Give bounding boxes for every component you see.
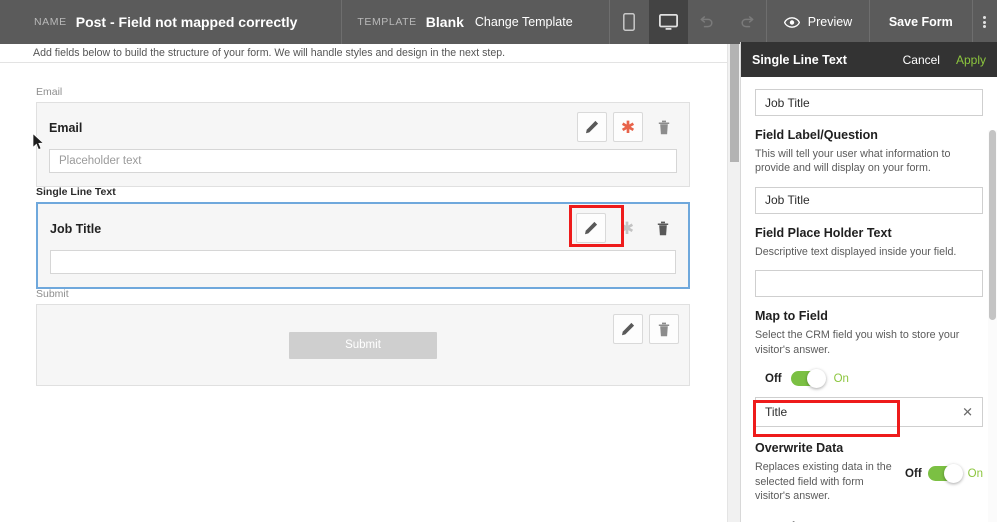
- pencil-icon: [622, 322, 635, 336]
- field-container-email[interactable]: Email ✱ Placeholder text: [36, 102, 690, 187]
- pencil-icon: [585, 221, 598, 235]
- map-to-field-toggle-row: Off On: [765, 369, 983, 389]
- pencil-icon: [586, 120, 599, 134]
- canvas-scrollbar-track[interactable]: [727, 44, 740, 522]
- form-block-email[interactable]: Email Email ✱ Placeholder text: [36, 86, 690, 187]
- field-label-description: This will tell your user what informatio…: [755, 148, 951, 175]
- close-x-icon[interactable]: ✕: [962, 406, 973, 419]
- canvas-scrollbar-thumb[interactable]: [730, 44, 739, 162]
- map-to-field-select[interactable]: Title ✕: [755, 397, 983, 428]
- change-template-link[interactable]: Change Template: [475, 15, 573, 29]
- map-toggle-off-label: Off: [765, 372, 782, 385]
- edit-field-button-submit[interactable]: [613, 314, 643, 344]
- form-builder-app: NAME Post - Field not mapped correctly T…: [0, 0, 997, 522]
- required-toggle-button-email[interactable]: ✱: [613, 112, 643, 142]
- field-container-single-line-text[interactable]: Job Title ✱: [36, 202, 690, 289]
- overwrite-toggle-off-label: Off: [905, 467, 922, 480]
- field-placeholder-description: Descriptive text displayed inside your f…: [755, 245, 957, 258]
- vertical-ellipsis-icon: [983, 15, 987, 29]
- field-container-submit[interactable]: Submit: [36, 304, 690, 386]
- field-label-input[interactable]: Job Title: [755, 186, 983, 214]
- form-name-zone[interactable]: NAME Post - Field not mapped correctly: [0, 0, 343, 44]
- form-block-submit[interactable]: Submit Submit: [36, 288, 690, 386]
- panel-scrollbar-thumb[interactable]: [989, 130, 996, 320]
- trash-icon: [658, 120, 670, 134]
- top-toolbar: NAME Post - Field not mapped correctly T…: [0, 0, 997, 44]
- field-placeholder-preview-single-line-text[interactable]: [50, 250, 676, 274]
- map-to-field-toggle[interactable]: [790, 369, 826, 389]
- field-label-heading: Field Label/Question: [755, 128, 878, 142]
- more-options-button[interactable]: [973, 0, 997, 44]
- cancel-button[interactable]: Cancel: [903, 53, 940, 67]
- field-placeholder-preview-email[interactable]: Placeholder text: [49, 149, 677, 173]
- asterisk-icon: ✱: [620, 117, 636, 137]
- trash-icon: [658, 322, 670, 336]
- form-block-single-line-text[interactable]: Single Line Text Job Title ✱: [36, 186, 690, 289]
- undo-button[interactable]: [688, 15, 724, 29]
- edit-field-button-email[interactable]: [577, 112, 607, 142]
- delete-field-button-email[interactable]: [649, 112, 679, 142]
- overwrite-data-heading: Overwrite Data: [755, 441, 844, 456]
- map-to-field-selected-value: Title: [765, 405, 788, 420]
- redo-arrow-icon: [741, 15, 754, 27]
- instruction-text: Add fields below to build the structure …: [33, 47, 506, 59]
- panel-header: Single Line Text Cancel Apply: [741, 42, 997, 77]
- overwrite-toggle-on-label: On: [967, 467, 983, 480]
- field-placeholder-heading: Field Place Holder Text: [755, 225, 892, 240]
- field-toolbar-email: ✱: [577, 112, 679, 142]
- overwrite-data-row: Replaces existing data in the selected f…: [755, 460, 983, 503]
- apply-button[interactable]: Apply: [956, 53, 986, 67]
- instruction-bar: Add fields below to build the structure …: [0, 44, 740, 63]
- field-toolbar-single-line-text: ✱: [576, 213, 678, 243]
- trash-icon: [657, 221, 669, 235]
- asterisk-icon: ✱: [619, 218, 635, 238]
- overwrite-data-description: Replaces existing data in the selected f…: [755, 461, 892, 503]
- map-to-field-description: Select the CRM field you wish to store y…: [755, 329, 960, 356]
- overwrite-data-toggle[interactable]: [927, 464, 963, 484]
- required-toggle-button-single-line-text[interactable]: ✱: [612, 213, 642, 243]
- block-type-label-submit: Submit: [36, 288, 69, 300]
- template-kicker: TEMPLATE: [357, 16, 417, 28]
- overwrite-toggle-row: Off On: [905, 460, 983, 484]
- field-toolbar-submit: [613, 314, 679, 344]
- mobile-device-icon: [623, 13, 636, 31]
- save-form-button[interactable]: Save Form: [870, 0, 973, 44]
- form-name-value: Post - Field not mapped correctly: [75, 14, 298, 30]
- map-to-field-heading: Map to Field: [755, 309, 828, 324]
- delete-field-button-submit[interactable]: [649, 314, 679, 344]
- eye-icon: [783, 16, 800, 28]
- panel-body: Job Title Field Label/Question This will…: [741, 77, 997, 522]
- preview-label: Preview: [807, 15, 853, 29]
- toggle-knob: [806, 369, 826, 389]
- block-type-label-email: Email: [36, 86, 63, 98]
- field-name-input[interactable]: Job Title: [755, 89, 983, 116]
- save-form-label: Save Form: [888, 15, 953, 29]
- template-value: Blank: [425, 14, 464, 30]
- desktop-monitor-icon: [658, 13, 678, 30]
- template-zone: TEMPLATE Blank Change Template: [342, 0, 610, 44]
- preview-button[interactable]: Preview: [767, 0, 870, 44]
- map-toggle-on-label: On: [833, 372, 849, 385]
- block-type-label-single-line-text: Single Line Text: [36, 186, 116, 198]
- field-settings-panel: Single Line Text Cancel Apply Job Title …: [740, 42, 997, 522]
- undo-arrow-icon: [700, 15, 713, 27]
- toggle-knob: [943, 464, 963, 484]
- redo-button[interactable]: [730, 15, 766, 29]
- panel-title: Single Line Text: [752, 52, 847, 67]
- submit-button-preview[interactable]: Submit: [289, 331, 437, 359]
- delete-field-button-single-line-text[interactable]: [648, 213, 678, 243]
- panel-scrollbar-track[interactable]: [988, 130, 997, 522]
- form-name-kicker: NAME: [34, 16, 67, 28]
- field-placeholder-input[interactable]: [755, 270, 983, 298]
- history-zone: [688, 0, 768, 44]
- mobile-preview-button[interactable]: [610, 0, 649, 44]
- form-canvas: Email Email ✱ Placeholder text Single Li…: [0, 63, 727, 522]
- desktop-preview-button[interactable]: [648, 0, 689, 44]
- edit-field-button-single-line-text[interactable]: [576, 213, 606, 243]
